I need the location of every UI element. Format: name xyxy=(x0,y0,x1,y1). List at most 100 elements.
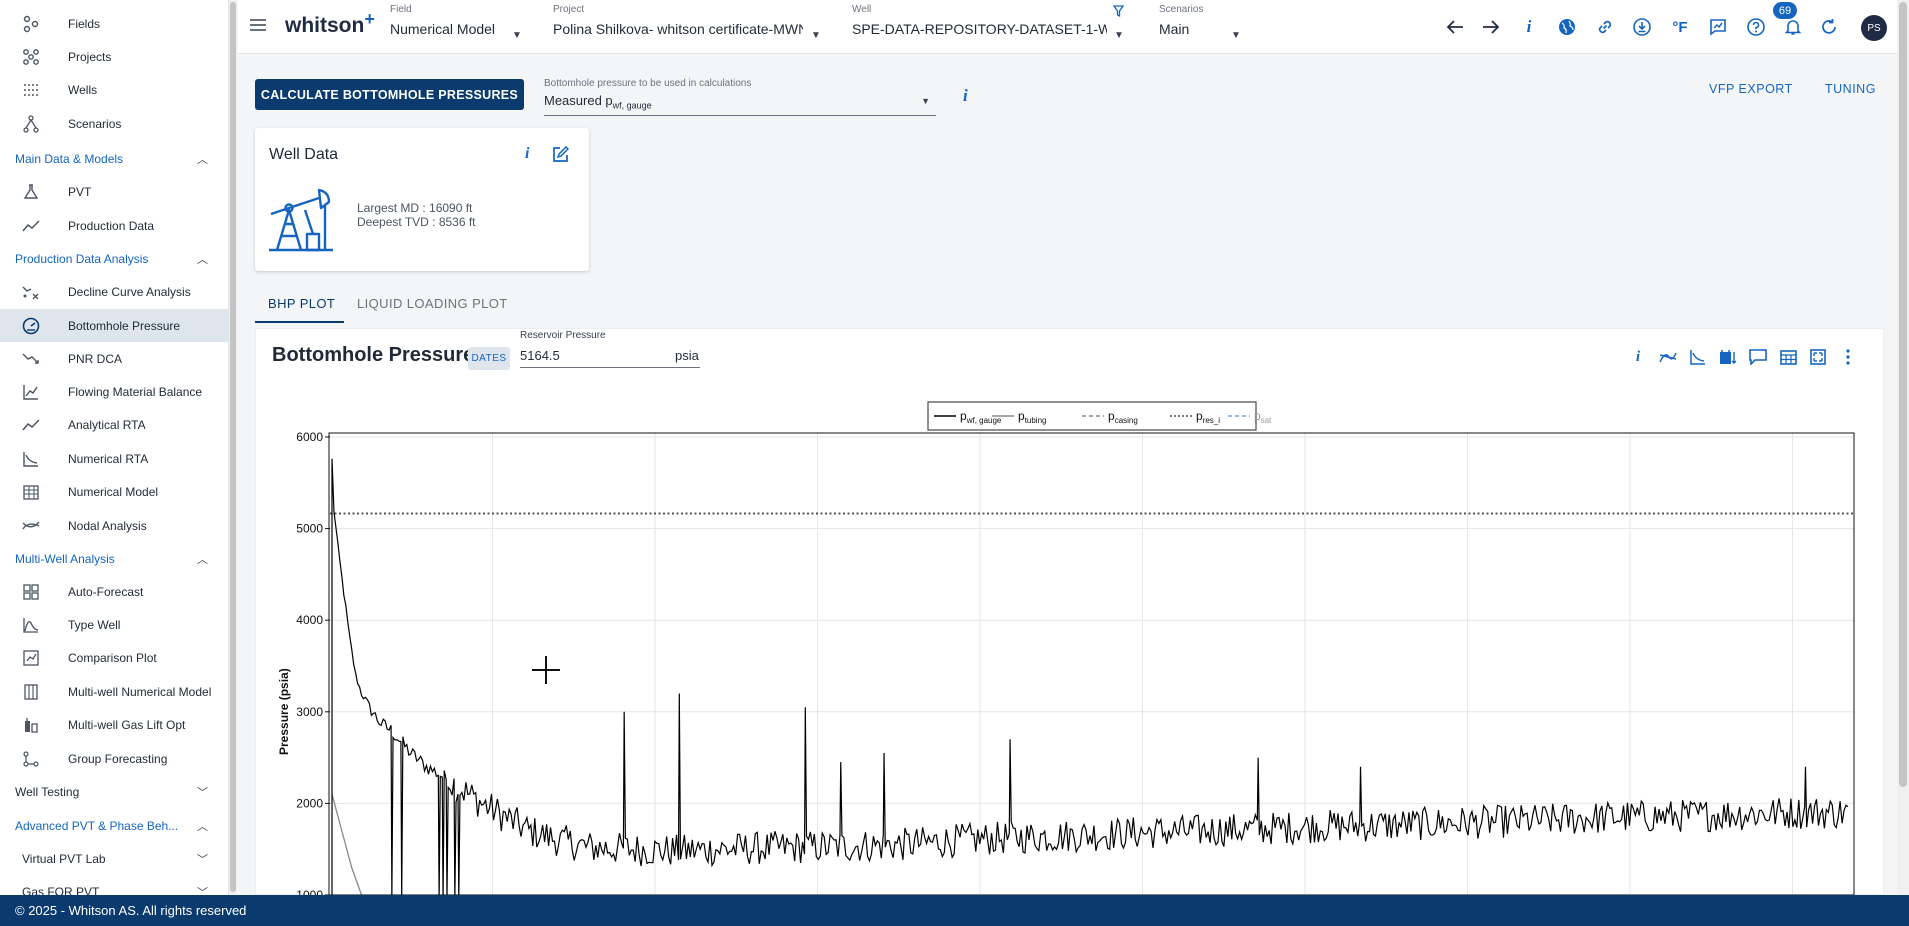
y-tick-label: 3000 xyxy=(296,705,323,719)
sidebar-item-pnr-dca[interactable]: PNR DCA xyxy=(0,342,228,375)
sidebar-item-bottomhole-pressure[interactable]: Bottomhole Pressure xyxy=(0,309,228,342)
sidebar-item-pvt[interactable]: PVT xyxy=(0,175,228,208)
section-well-testing[interactable]: Well Testing ﹀ xyxy=(0,775,228,808)
sidebar-item-fields[interactable]: Fields xyxy=(0,7,228,40)
sidebar-item-projects[interactable]: Projects xyxy=(0,40,228,73)
section-main-data[interactable]: Main Data & Models ︿ xyxy=(0,142,228,175)
filter-icon[interactable] xyxy=(1112,4,1125,22)
chevron-down-icon: ﹀ xyxy=(197,853,208,866)
tab-bhp-plot[interactable]: BHP PLOT xyxy=(268,296,335,311)
sidebar-item-type-well[interactable]: Type Well xyxy=(0,608,228,641)
sidebar-item-fmb[interactable]: Flowing Material Balance xyxy=(0,375,228,408)
well-select[interactable]: Well SPE-DATA-REPOSITORY-DATASET-1-WELL-… xyxy=(852,4,1124,41)
avatar[interactable]: PS xyxy=(1861,15,1887,41)
y-tick-label: 4000 xyxy=(296,613,323,627)
gauge-icon xyxy=(20,317,42,335)
sidebar-item-gas-lift-opt[interactable]: Multi-well Gas Lift Opt xyxy=(0,708,228,741)
sidebar-item-gas-for-pvt[interactable]: Gas FOR PVT ﹀ xyxy=(0,875,228,896)
bhp-select-value: Measured pwf, gauge xyxy=(544,93,936,111)
calculate-bhp-button[interactable]: CALCULATE BOTTOMHOLE PRESSURES xyxy=(255,79,524,110)
link-icon[interactable] xyxy=(1592,14,1618,40)
more-vert-icon[interactable] xyxy=(1837,346,1859,368)
deepest-tvd: Deepest TVD : 8536 ft xyxy=(357,215,476,229)
framed-chart-icon xyxy=(20,649,42,667)
group-nodes-icon xyxy=(20,750,42,768)
sidebar-item-numerical-model[interactable]: Numerical Model xyxy=(0,475,228,508)
grid-building-icon xyxy=(20,483,42,501)
sidebar-item-virtual-pvt-lab[interactable]: Virtual PVT Lab ﹀ xyxy=(0,842,228,875)
dates-chip[interactable]: DATES xyxy=(468,347,510,370)
sidebar-item-label: Production Data xyxy=(68,218,155,233)
sidebar-item-production-data[interactable]: Production Data xyxy=(0,209,228,242)
page-scrollbar[interactable] xyxy=(1897,0,1909,895)
download-icon[interactable] xyxy=(1629,14,1655,40)
y-tick-label: 1000 xyxy=(296,888,323,895)
sidebar-scrollbar[interactable] xyxy=(229,0,237,895)
temperature-units-icon[interactable]: °F xyxy=(1667,14,1693,40)
info-icon[interactable]: i xyxy=(1516,14,1542,40)
forward-arrow-icon[interactable] xyxy=(1478,14,1504,40)
sidebar-scroll-thumb[interactable] xyxy=(230,2,236,892)
dropdown-arrow-icon: ▼ xyxy=(512,30,522,41)
chevron-up-icon: ︿ xyxy=(197,820,208,833)
chart-legend[interactable]: pwf, gauge ptubing pcasing pres_i psat xyxy=(927,401,1272,431)
tuning-button[interactable]: TUNING xyxy=(1825,82,1876,96)
scenario-select[interactable]: Scenarios Main ▼ xyxy=(1159,4,1241,41)
section-multi-well-analysis[interactable]: Multi-Well Analysis ︿ xyxy=(0,542,228,575)
gas-lift-icon xyxy=(20,716,42,734)
tab-liquid-loading-plot[interactable]: LIQUID LOADING PLOT xyxy=(357,296,508,311)
calendar-sort-icon[interactable] xyxy=(1717,346,1739,368)
scenario-caption: Scenarios xyxy=(1159,4,1204,15)
flask-icon xyxy=(20,183,42,201)
fit-screen-icon[interactable] xyxy=(1807,346,1829,368)
sidebar-item-group-forecasting[interactable]: Group Forecasting xyxy=(0,742,228,775)
sidebar: Fields Projects Wells Scenarios Main Dat… xyxy=(0,0,229,895)
app-logo[interactable]: whitson+ xyxy=(285,9,375,38)
back-arrow-icon[interactable] xyxy=(1442,14,1468,40)
sidebar-item-nodal-analysis[interactable]: Nodal Analysis xyxy=(0,509,228,542)
sidebar-item-scenarios[interactable]: Scenarios xyxy=(0,107,228,140)
bhp-info-icon[interactable]: i xyxy=(963,86,968,106)
help-icon[interactable] xyxy=(1743,14,1769,40)
sidebar-item-analytical-rta[interactable]: Analytical RTA xyxy=(0,408,228,441)
scenarios-icon xyxy=(20,114,42,133)
vfp-export-button[interactable]: VFP EXPORT xyxy=(1709,82,1793,96)
section-production-data-analysis[interactable]: Production Data Analysis ︿ xyxy=(0,242,228,275)
decline-axis-icon xyxy=(20,450,42,468)
page-scroll-thumb[interactable] xyxy=(1899,2,1907,787)
bhp-chart[interactable]: 6000 5000 4000 3000 2000 1000 Pressure (psia)… xyxy=(270,395,1870,895)
comment-icon[interactable] xyxy=(1747,346,1769,368)
menu-icon[interactable] xyxy=(249,17,267,33)
bhp-select-text: Measured p xyxy=(544,93,613,108)
reservoir-pressure-field[interactable]: Reservoir Pressure 5164.5 psia xyxy=(520,330,700,368)
sidebar-item-label: Bottomhole Pressure xyxy=(68,318,181,333)
globe-icon[interactable] xyxy=(1554,14,1580,40)
sidebar-item-numerical-rta[interactable]: Numerical RTA xyxy=(0,442,228,475)
field-select[interactable]: Field Numerical Model ▼ xyxy=(390,4,525,41)
well-data-info-icon[interactable]: i xyxy=(525,145,529,163)
copyright-text: © 2025 - Whitson AS. All rights reserved xyxy=(15,903,247,918)
sidebar-item-auto-forecast[interactable]: Auto-Forecast xyxy=(0,575,228,608)
scenario-value: Main xyxy=(1159,21,1190,37)
bhp-method-select[interactable]: Bottomhole pressure to be used in calcul… xyxy=(544,78,936,116)
sidebar-item-wells[interactable]: Wells xyxy=(0,73,228,106)
plot-title: Bottomhole Pressure xyxy=(272,344,475,366)
edit-icon[interactable] xyxy=(552,145,570,168)
sidebar-item-dca[interactable]: Decline Curve Analysis xyxy=(0,275,228,308)
trend-down-icon xyxy=(20,350,42,368)
sidebar-item-label: Group Forecasting xyxy=(68,751,168,766)
sidebar-item-comparison-plot[interactable]: Comparison Plot xyxy=(0,641,228,674)
curve-fit-icon[interactable] xyxy=(1657,346,1679,368)
feedback-chart-icon[interactable] xyxy=(1705,14,1731,40)
plot-info-icon[interactable]: i xyxy=(1627,346,1649,368)
legend-entry: psat xyxy=(1254,409,1272,425)
sidebar-item-multi-well-numerical-model[interactable]: Multi-well Numerical Model xyxy=(0,675,228,708)
sidebar-item-label: Multi-well Gas Lift Opt xyxy=(68,717,186,732)
section-advanced-pvt[interactable]: Advanced PVT & Phase Beh... ︿ xyxy=(0,809,228,842)
reservoir-pressure-value: 5164.5 xyxy=(520,348,560,363)
table-icon[interactable] xyxy=(1777,346,1799,368)
refresh-icon[interactable] xyxy=(1816,14,1842,40)
axis-decline-icon[interactable] xyxy=(1687,346,1709,368)
project-select[interactable]: Project Polina Shilkova- whitson certifi… xyxy=(553,4,823,41)
y-tick-label: 5000 xyxy=(296,522,323,536)
